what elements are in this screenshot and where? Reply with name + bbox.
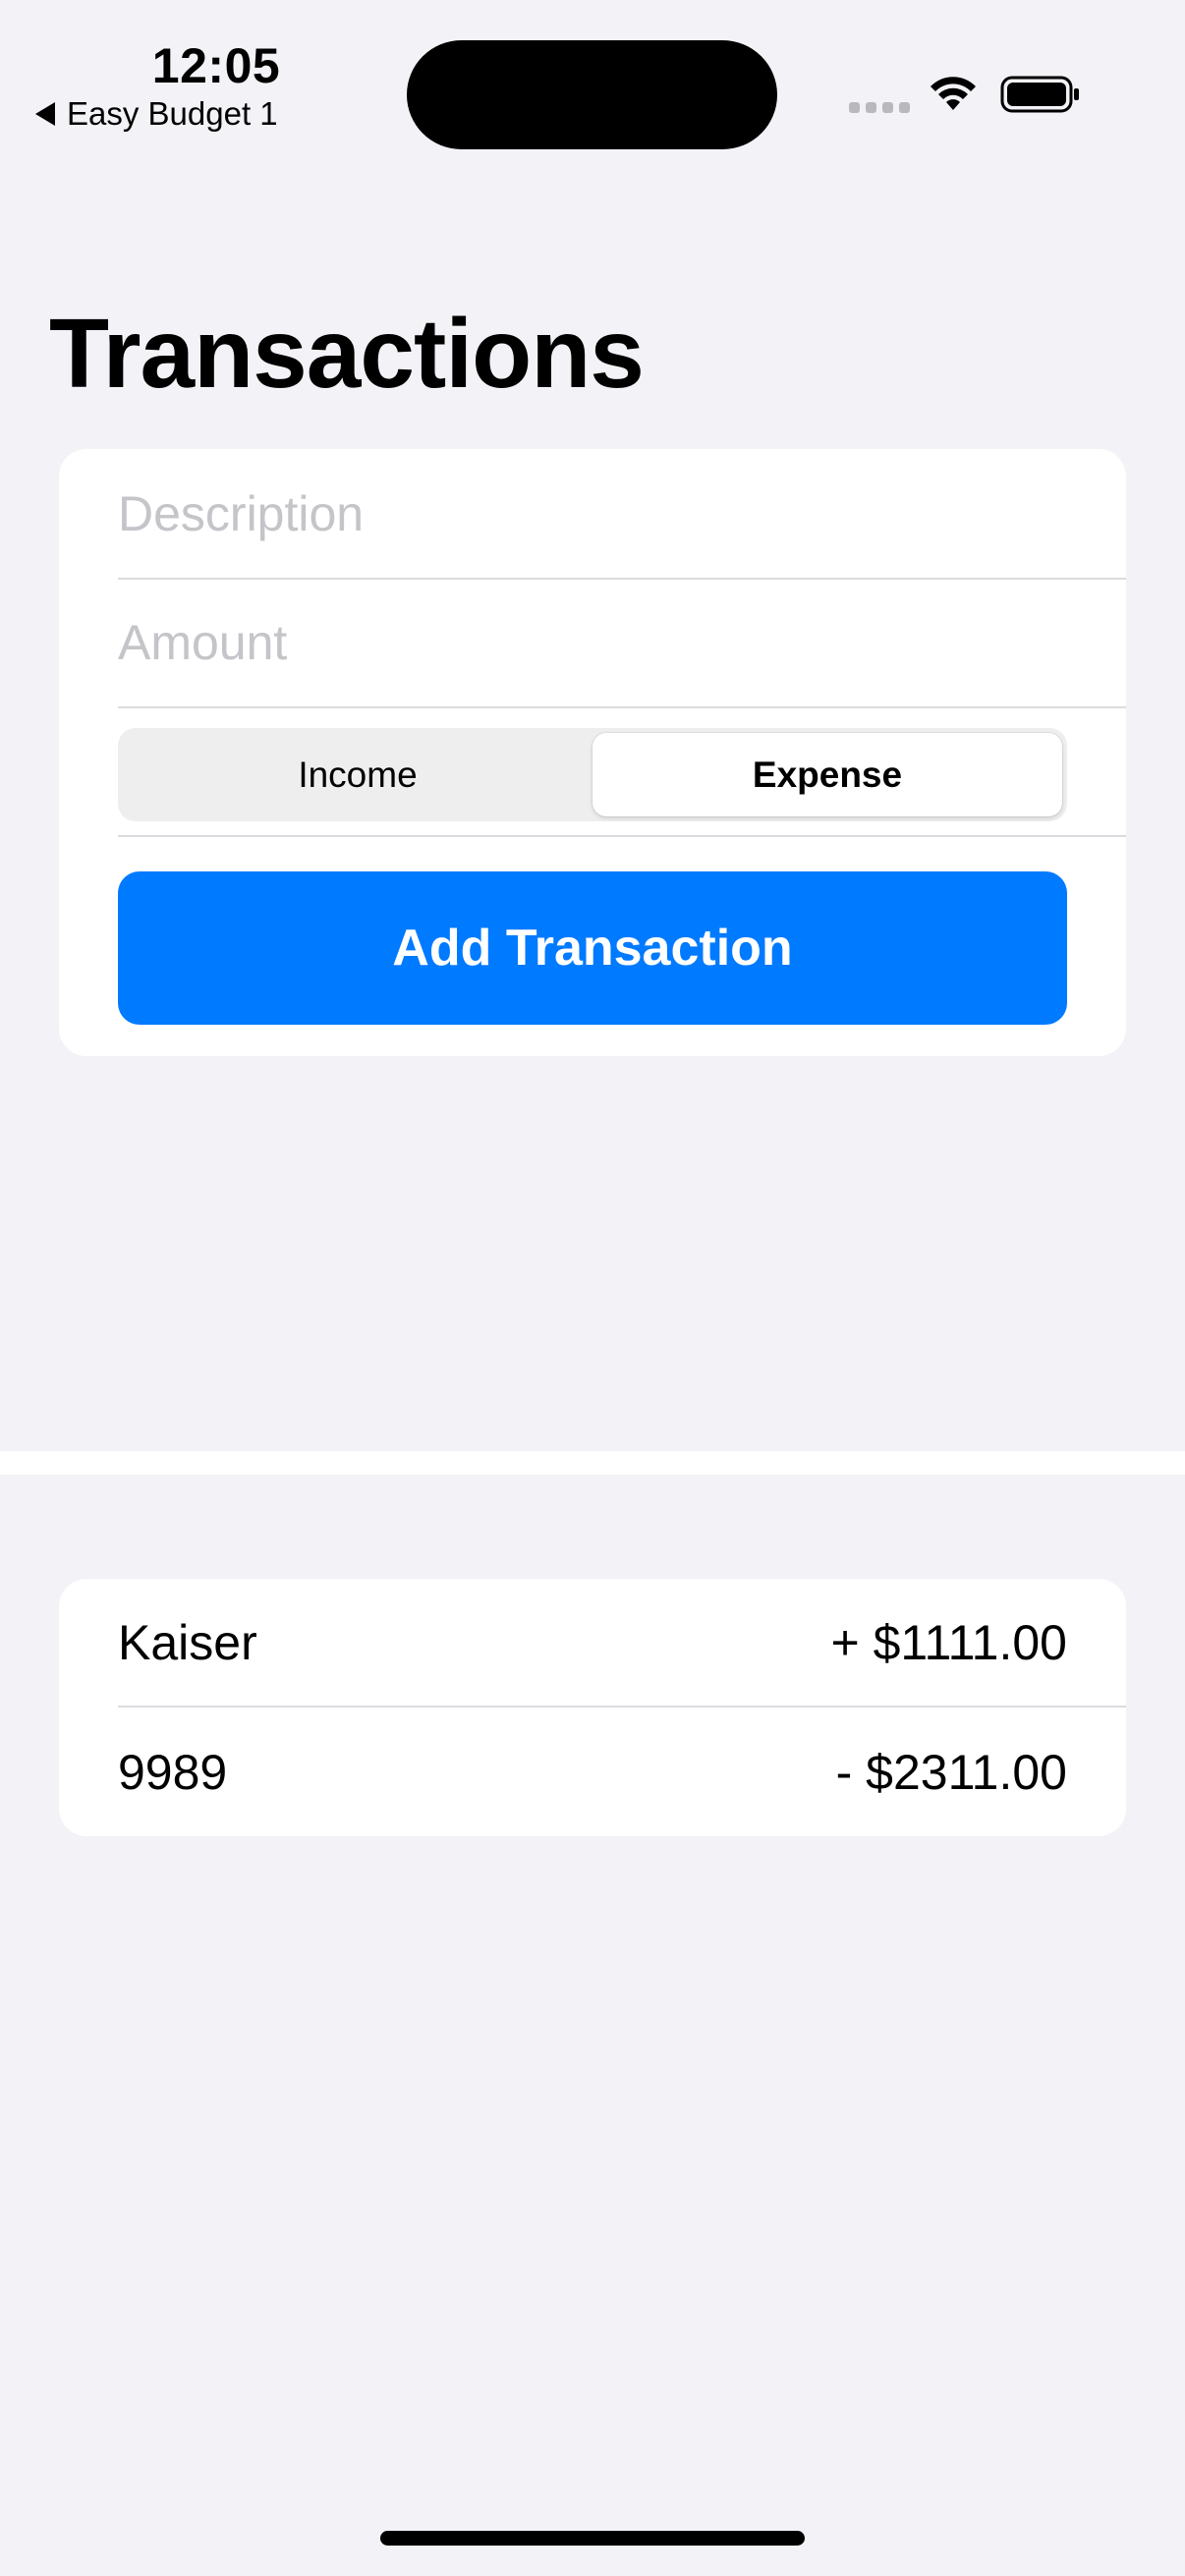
amount-row [118, 578, 1126, 708]
status-time: 12:05 [151, 38, 281, 93]
list-item[interactable]: 9989 - $2311.00 [118, 1708, 1126, 1836]
home-indicator[interactable] [380, 2531, 805, 2546]
segment-income[interactable]: Income [123, 733, 592, 816]
list-item[interactable]: Kaiser + $1111.00 [118, 1579, 1126, 1708]
segment-expense[interactable]: Expense [592, 733, 1062, 816]
amount-input[interactable] [118, 578, 1061, 706]
battery-icon [1000, 76, 1079, 113]
add-transaction-button[interactable]: Add Transaction [118, 871, 1067, 1025]
transaction-amount: + $1111.00 [830, 1614, 1067, 1670]
section-divider [0, 1451, 1185, 1475]
back-app-label: Easy Budget 1 [67, 95, 278, 132]
type-segmented-control: Income Expense [118, 728, 1067, 821]
wifi-icon [931, 77, 976, 110]
description-row [118, 449, 1126, 580]
transaction-amount: - $2311.00 [835, 1744, 1067, 1800]
page-title: Transactions [49, 299, 645, 409]
description-input[interactable] [118, 449, 1061, 578]
transaction-description: Kaiser [118, 1614, 257, 1670]
transaction-form: Income Expense Add Transaction [59, 449, 1126, 1056]
status-bar: 12:05 Easy Budget 1 [0, 0, 1185, 149]
back-triangle-icon [35, 102, 55, 126]
dynamic-island [407, 40, 777, 149]
back-to-app-button[interactable]: Easy Budget 1 [35, 95, 278, 133]
transactions-list: Kaiser + $1111.00 9989 - $2311.00 [59, 1579, 1126, 1836]
transaction-description: 9989 [118, 1744, 228, 1800]
cellular-signal-icon [849, 102, 910, 113]
